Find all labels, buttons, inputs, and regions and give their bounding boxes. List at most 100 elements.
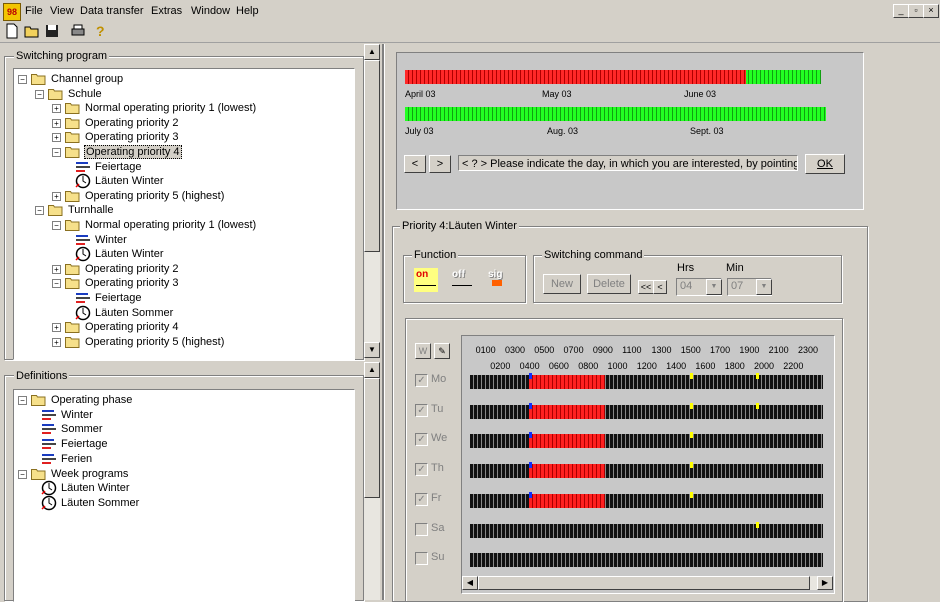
menu-file[interactable]: File <box>25 5 43 17</box>
day-checkbox[interactable] <box>415 552 428 566</box>
switching-program-tree[interactable]: − Channel group − Schule + Normal operating p… <box>13 68 355 360</box>
switch-on-period[interactable] <box>528 434 605 449</box>
scroll-thumb[interactable] <box>364 378 380 498</box>
expand-toggle-icon[interactable]: − <box>52 279 61 289</box>
tree-item[interactable]: − Operating phase <box>14 393 354 407</box>
scroll-down-button[interactable]: ▼ <box>364 342 380 358</box>
ok-button[interactable]: OK <box>805 154 845 174</box>
tree-item[interactable]: Ferien <box>14 452 354 466</box>
switch-on-period[interactable] <box>528 404 605 419</box>
tree-item[interactable]: Läuten Winter <box>14 480 354 496</box>
calendar-year-bar-2[interactable] <box>405 107 826 121</box>
new-file-icon[interactable] <box>4 23 20 39</box>
day-checkbox[interactable]: ✓ <box>415 433 428 447</box>
menu-help[interactable]: Help <box>236 5 259 17</box>
day-checkbox[interactable]: ✓ <box>415 403 428 417</box>
help-icon[interactable]: ? <box>92 23 108 39</box>
expand-toggle-icon[interactable]: + <box>52 337 61 347</box>
tree-item[interactable]: − Turnhalle <box>14 203 354 217</box>
tree-item[interactable]: Winter <box>14 408 354 422</box>
function-sig-button[interactable]: sig <box>486 268 510 292</box>
tree-item[interactable]: − Operating priority 3 <box>14 276 354 290</box>
day-timeline[interactable] <box>470 523 823 538</box>
tree-item[interactable]: + Operating priority 2 <box>14 262 354 276</box>
function-on-button[interactable]: on <box>414 268 438 292</box>
switch-on-period[interactable] <box>528 493 605 508</box>
day-timeline[interactable] <box>470 434 823 449</box>
tree-item[interactable]: Läuten Winter <box>14 246 354 262</box>
day-timeline[interactable] <box>470 404 823 419</box>
restore-button[interactable]: ▫ <box>908 4 924 18</box>
day-timeline[interactable] <box>470 553 823 568</box>
expand-toggle-icon[interactable]: − <box>52 148 61 157</box>
switch-on-period[interactable] <box>528 464 605 479</box>
expand-toggle-icon[interactable]: + <box>52 264 61 274</box>
splitter[interactable] <box>382 44 385 600</box>
first-command-button[interactable]: << <box>638 280 654 294</box>
scroll-left-button[interactable]: ◀ <box>462 576 478 590</box>
select-all-days-button[interactable]: W <box>415 343 431 359</box>
menu-data-transfer[interactable]: Data transfer <box>80 5 144 17</box>
chevron-down-icon[interactable]: ▼ <box>706 279 722 295</box>
print-icon[interactable] <box>70 23 86 39</box>
tree-item[interactable]: Läuten Sommer <box>14 305 354 320</box>
menu-extras[interactable]: Extras <box>151 5 182 17</box>
tree-item[interactable]: + Operating priority 5 (highest) <box>14 335 354 349</box>
save-icon[interactable] <box>44 23 60 39</box>
tree-item[interactable]: + Operating priority 5 (highest) <box>14 189 354 203</box>
minimize-button[interactable]: _ <box>893 4 909 18</box>
tree-item[interactable]: Feiertage <box>14 160 354 174</box>
tree-item[interactable]: Sommer <box>14 422 354 436</box>
expand-toggle-icon[interactable]: + <box>52 191 61 201</box>
tree-item[interactable]: Feiertage <box>14 291 354 305</box>
open-folder-icon[interactable] <box>24 23 40 39</box>
menu-window[interactable]: Window <box>191 5 230 17</box>
scroll-up-button[interactable]: ▲ <box>364 362 380 378</box>
expand-toggle-icon[interactable]: + <box>52 104 61 114</box>
chevron-down-icon[interactable]: ▼ <box>756 279 772 295</box>
expand-toggle-icon[interactable]: + <box>52 133 61 143</box>
tree-item[interactable]: + Operating priority 4 <box>14 320 354 334</box>
scroll-right-button[interactable]: ▶ <box>817 576 833 590</box>
day-timeline[interactable] <box>470 464 823 479</box>
expand-toggle-icon[interactable]: − <box>18 396 27 405</box>
tree-item[interactable]: − Normal operating priority 1 (lowest) <box>14 218 354 232</box>
expand-toggle-icon[interactable]: + <box>52 118 61 128</box>
tree-item[interactable]: + Operating priority 2 <box>14 116 354 130</box>
definitions-tree[interactable]: − Operating phase Winter Sommer Feiertage Fer… <box>13 389 355 602</box>
tree-item[interactable]: + Normal operating priority 1 (lowest) <box>14 101 354 115</box>
prev-year-button[interactable]: < <box>404 155 426 173</box>
expand-toggle-icon[interactable]: − <box>35 206 44 216</box>
day-timeline[interactable] <box>470 375 823 389</box>
expand-toggle-icon[interactable]: + <box>52 323 61 333</box>
min-select[interactable]: 07 ▼ <box>727 278 772 296</box>
next-year-button[interactable]: > <box>429 155 451 173</box>
tree-item[interactable]: Läuten Winter <box>14 173 354 189</box>
menu-view[interactable]: View <box>50 5 74 17</box>
tree-item[interactable]: Feiertage <box>14 437 354 451</box>
expand-toggle-icon[interactable]: − <box>18 469 27 479</box>
schedule-hscroll[interactable]: ◀ ▶ <box>462 576 833 590</box>
definitions-scrollbar[interactable]: ▲ <box>364 362 380 600</box>
switch-on-period[interactable] <box>528 375 605 389</box>
hrs-select[interactable]: 04 ▼ <box>676 278 722 296</box>
delete-command-button[interactable]: Delete <box>587 274 631 294</box>
scroll-thumb[interactable] <box>364 60 380 252</box>
day-timeline[interactable] <box>470 493 823 508</box>
tree-item[interactable]: Läuten Sommer <box>14 495 354 511</box>
calendar-year-bar-1[interactable] <box>405 70 821 84</box>
day-checkbox[interactable]: ✓ <box>415 374 428 387</box>
day-checkbox[interactable]: ✓ <box>415 463 428 477</box>
day-checkbox[interactable]: ✓ <box>415 492 428 506</box>
function-off-button[interactable]: off <box>450 268 474 292</box>
tree-item[interactable]: + Operating priority 3 <box>14 130 354 144</box>
scroll-thumb[interactable] <box>478 576 810 590</box>
expand-toggle-icon[interactable]: − <box>52 221 61 230</box>
tree-item[interactable]: − Schule <box>14 87 354 101</box>
close-button[interactable]: × <box>923 4 939 18</box>
tree-item[interactable]: − Week programs <box>14 467 354 481</box>
prev-command-button[interactable]: < <box>653 280 667 294</box>
tree-scrollbar[interactable]: ▲ ▼ <box>364 44 380 358</box>
edit-icon[interactable]: ✎ <box>434 343 450 359</box>
app-icon[interactable]: 98 <box>3 3 21 21</box>
